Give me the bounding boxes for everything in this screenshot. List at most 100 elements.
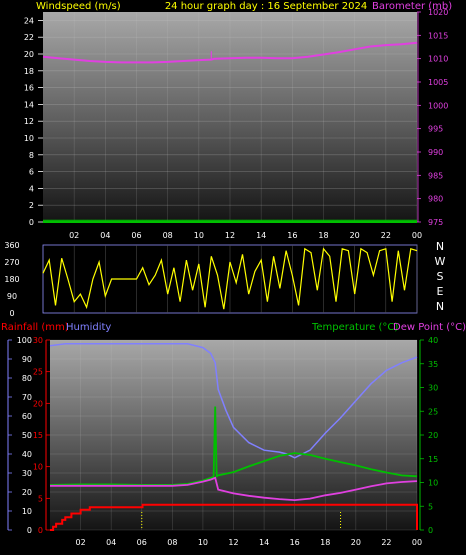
windspeed-tick-label: 0 xyxy=(29,218,34,227)
weather-chart-canvas: 024681012141618202224 975980985990995100… xyxy=(1,1,466,547)
humidity-tick-label: 80 xyxy=(22,374,32,383)
temperature-tick-label: 25 xyxy=(428,407,438,416)
rainfall-tick-label: 30 xyxy=(33,336,43,345)
humidity-tick-label: 60 xyxy=(22,412,32,421)
panel3-x-tick-label: 00 xyxy=(412,538,422,547)
windspeed-axis-ticks: 024681012141618202224 xyxy=(24,16,43,227)
panel2-x-tick-label: 22 xyxy=(381,231,391,240)
direction-tick-label: 180 xyxy=(4,275,19,284)
panel2-x-tick-label: 20 xyxy=(350,231,360,240)
compass-label: S xyxy=(437,270,444,283)
compass-label: N xyxy=(436,300,444,313)
temperature-tick-label: 15 xyxy=(428,455,438,464)
barometer-tick-label: 1005 xyxy=(428,78,448,87)
panel2-x-tick-label: 04 xyxy=(100,231,110,240)
windspeed-tick-label: 4 xyxy=(29,184,34,193)
humidity-tick-label: 40 xyxy=(22,450,32,459)
humidity-tick-label: 0 xyxy=(27,526,32,535)
windspeed-tick-label: 6 xyxy=(29,168,34,177)
panel2-x-tick-label: 08 xyxy=(163,231,173,240)
panel2-x-tick-label: 12 xyxy=(225,231,235,240)
windspeed-tick-label: 16 xyxy=(24,84,34,93)
panel2-x-tick-label: 16 xyxy=(287,231,297,240)
temperature-tick-label: 5 xyxy=(428,502,433,511)
humidity-tick-label: 70 xyxy=(22,393,32,402)
rainfall-tick-label: 0 xyxy=(38,526,43,535)
chart-title: 24 hour graph day : 16 September 2024 xyxy=(165,1,367,12)
wind-direction-panel: 090180270360 NWSEN 02 04 06 08 10 12 14 16 18 20 2… xyxy=(4,231,445,318)
rainfall-tick-label: 20 xyxy=(33,399,43,408)
windspeed-axis-label: Windspeed (m/s) xyxy=(36,1,121,12)
barometer-axis-ticks: 97598098599099510001005101010151020 xyxy=(417,8,448,227)
panel2-x-tick-label: 10 xyxy=(194,231,204,240)
barometer-tick-label: 1000 xyxy=(428,101,448,110)
rainfall-axis-label: Rainfall (mm) xyxy=(1,322,69,333)
barometer-tick-label: 1015 xyxy=(428,31,448,40)
panel2-x-tick-label: 14 xyxy=(256,231,266,240)
barometer-tick-label: 990 xyxy=(428,148,443,157)
windspeed-barometer-panel: 024681012141618202224 975980985990995100… xyxy=(24,1,452,227)
windspeed-tick-label: 12 xyxy=(24,117,34,126)
humidity-tick-label: 100 xyxy=(17,336,32,345)
barometer-tick-label: 975 xyxy=(428,218,443,227)
direction-tick-label: 270 xyxy=(4,258,19,267)
panel3-x-tick-label: 02 xyxy=(75,538,85,547)
temperature-tick-label: 0 xyxy=(428,526,433,535)
panel3-x-tick-label: 20 xyxy=(351,538,361,547)
direction-degree-ticks: 0 90 180 270 360 xyxy=(4,241,19,318)
rainfall-tick-label: 10 xyxy=(33,463,43,472)
compass-label: W xyxy=(435,255,446,268)
direction-tick-label: 0 xyxy=(9,309,14,318)
panel2-x-tick-label: 00 xyxy=(412,231,422,240)
direction-tick-label: 360 xyxy=(4,241,19,250)
windspeed-tick-label: 2 xyxy=(29,201,34,210)
temperature-tick-label: 40 xyxy=(428,336,438,345)
windspeed-tick-label: 22 xyxy=(24,33,34,42)
dewpoint-axis-label: Dew Point (°C) xyxy=(393,322,466,333)
panel3-x-tick-label: 18 xyxy=(320,538,330,547)
panel3-x-ticks: 02 04 06 08 10 12 14 16 18 20 22 00 xyxy=(75,538,422,547)
humidity-tick-label: 30 xyxy=(22,469,32,478)
humidity-axis-ticks: 0 10 20 30 40 50 60 70 80 90 100 xyxy=(8,336,32,535)
barometer-tick-label: 985 xyxy=(428,171,443,180)
panel3-x-tick-label: 14 xyxy=(259,538,269,547)
rainfall-tick-label: 25 xyxy=(33,368,43,377)
windspeed-tick-label: 8 xyxy=(29,151,34,160)
rainfall-axis-ticks: 0 5 10 15 20 25 30 xyxy=(33,336,50,535)
compass-label: N xyxy=(436,240,444,253)
windspeed-tick-label: 24 xyxy=(24,16,34,25)
windspeed-tick-label: 20 xyxy=(24,50,34,59)
panel3-x-tick-label: 16 xyxy=(290,538,300,547)
humidity-tick-label: 50 xyxy=(22,431,32,440)
temperature-tick-label: 10 xyxy=(428,479,438,488)
humidity-tick-label: 90 xyxy=(22,355,32,364)
panel3-x-tick-label: 12 xyxy=(228,538,238,547)
rainfall-tick-label: 5 xyxy=(38,494,43,503)
temperature-axis-ticks: 0 5 10 15 20 25 30 35 40 xyxy=(420,336,438,535)
temperature-axis-label: Temperature (°C) xyxy=(311,322,398,333)
barometer-tick-label: 1010 xyxy=(428,55,448,64)
barometer-tick-label: 980 xyxy=(428,195,443,204)
panel3-x-tick-label: 08 xyxy=(167,538,177,547)
humidity-tick-label: 10 xyxy=(22,507,32,516)
panel3-x-tick-label: 04 xyxy=(106,538,116,547)
panel2-x-tick-label: 18 xyxy=(318,231,328,240)
panel2-x-tick-label: 06 xyxy=(131,231,141,240)
compass-labels: NWSEN xyxy=(435,240,446,313)
temperature-tick-label: 30 xyxy=(428,384,438,393)
panel3-x-tick-label: 22 xyxy=(381,538,391,547)
rainfall-tick-label: 15 xyxy=(33,431,43,440)
compass-label: E xyxy=(437,285,444,298)
rain-humidity-temp-panel: 0 10 20 30 40 50 60 70 80 90 100 0 5 10 15 20 25 30 0 5 10… xyxy=(1,322,466,547)
windspeed-tick-label: 14 xyxy=(24,100,34,109)
barometer-axis-label: Barometer (mb) xyxy=(372,1,452,12)
temperature-tick-label: 35 xyxy=(428,360,438,369)
panel2-x-ticks: 02 04 06 08 10 12 14 16 18 20 22 00 xyxy=(69,231,422,240)
windspeed-tick-label: 10 xyxy=(24,134,34,143)
temperature-tick-label: 20 xyxy=(428,431,438,440)
humidity-axis-label: Humidity xyxy=(66,322,111,333)
panel2-x-tick-label: 02 xyxy=(69,231,79,240)
humidity-tick-label: 20 xyxy=(22,488,32,497)
barometer-tick-label: 995 xyxy=(428,125,443,134)
windspeed-tick-label: 18 xyxy=(24,67,34,76)
